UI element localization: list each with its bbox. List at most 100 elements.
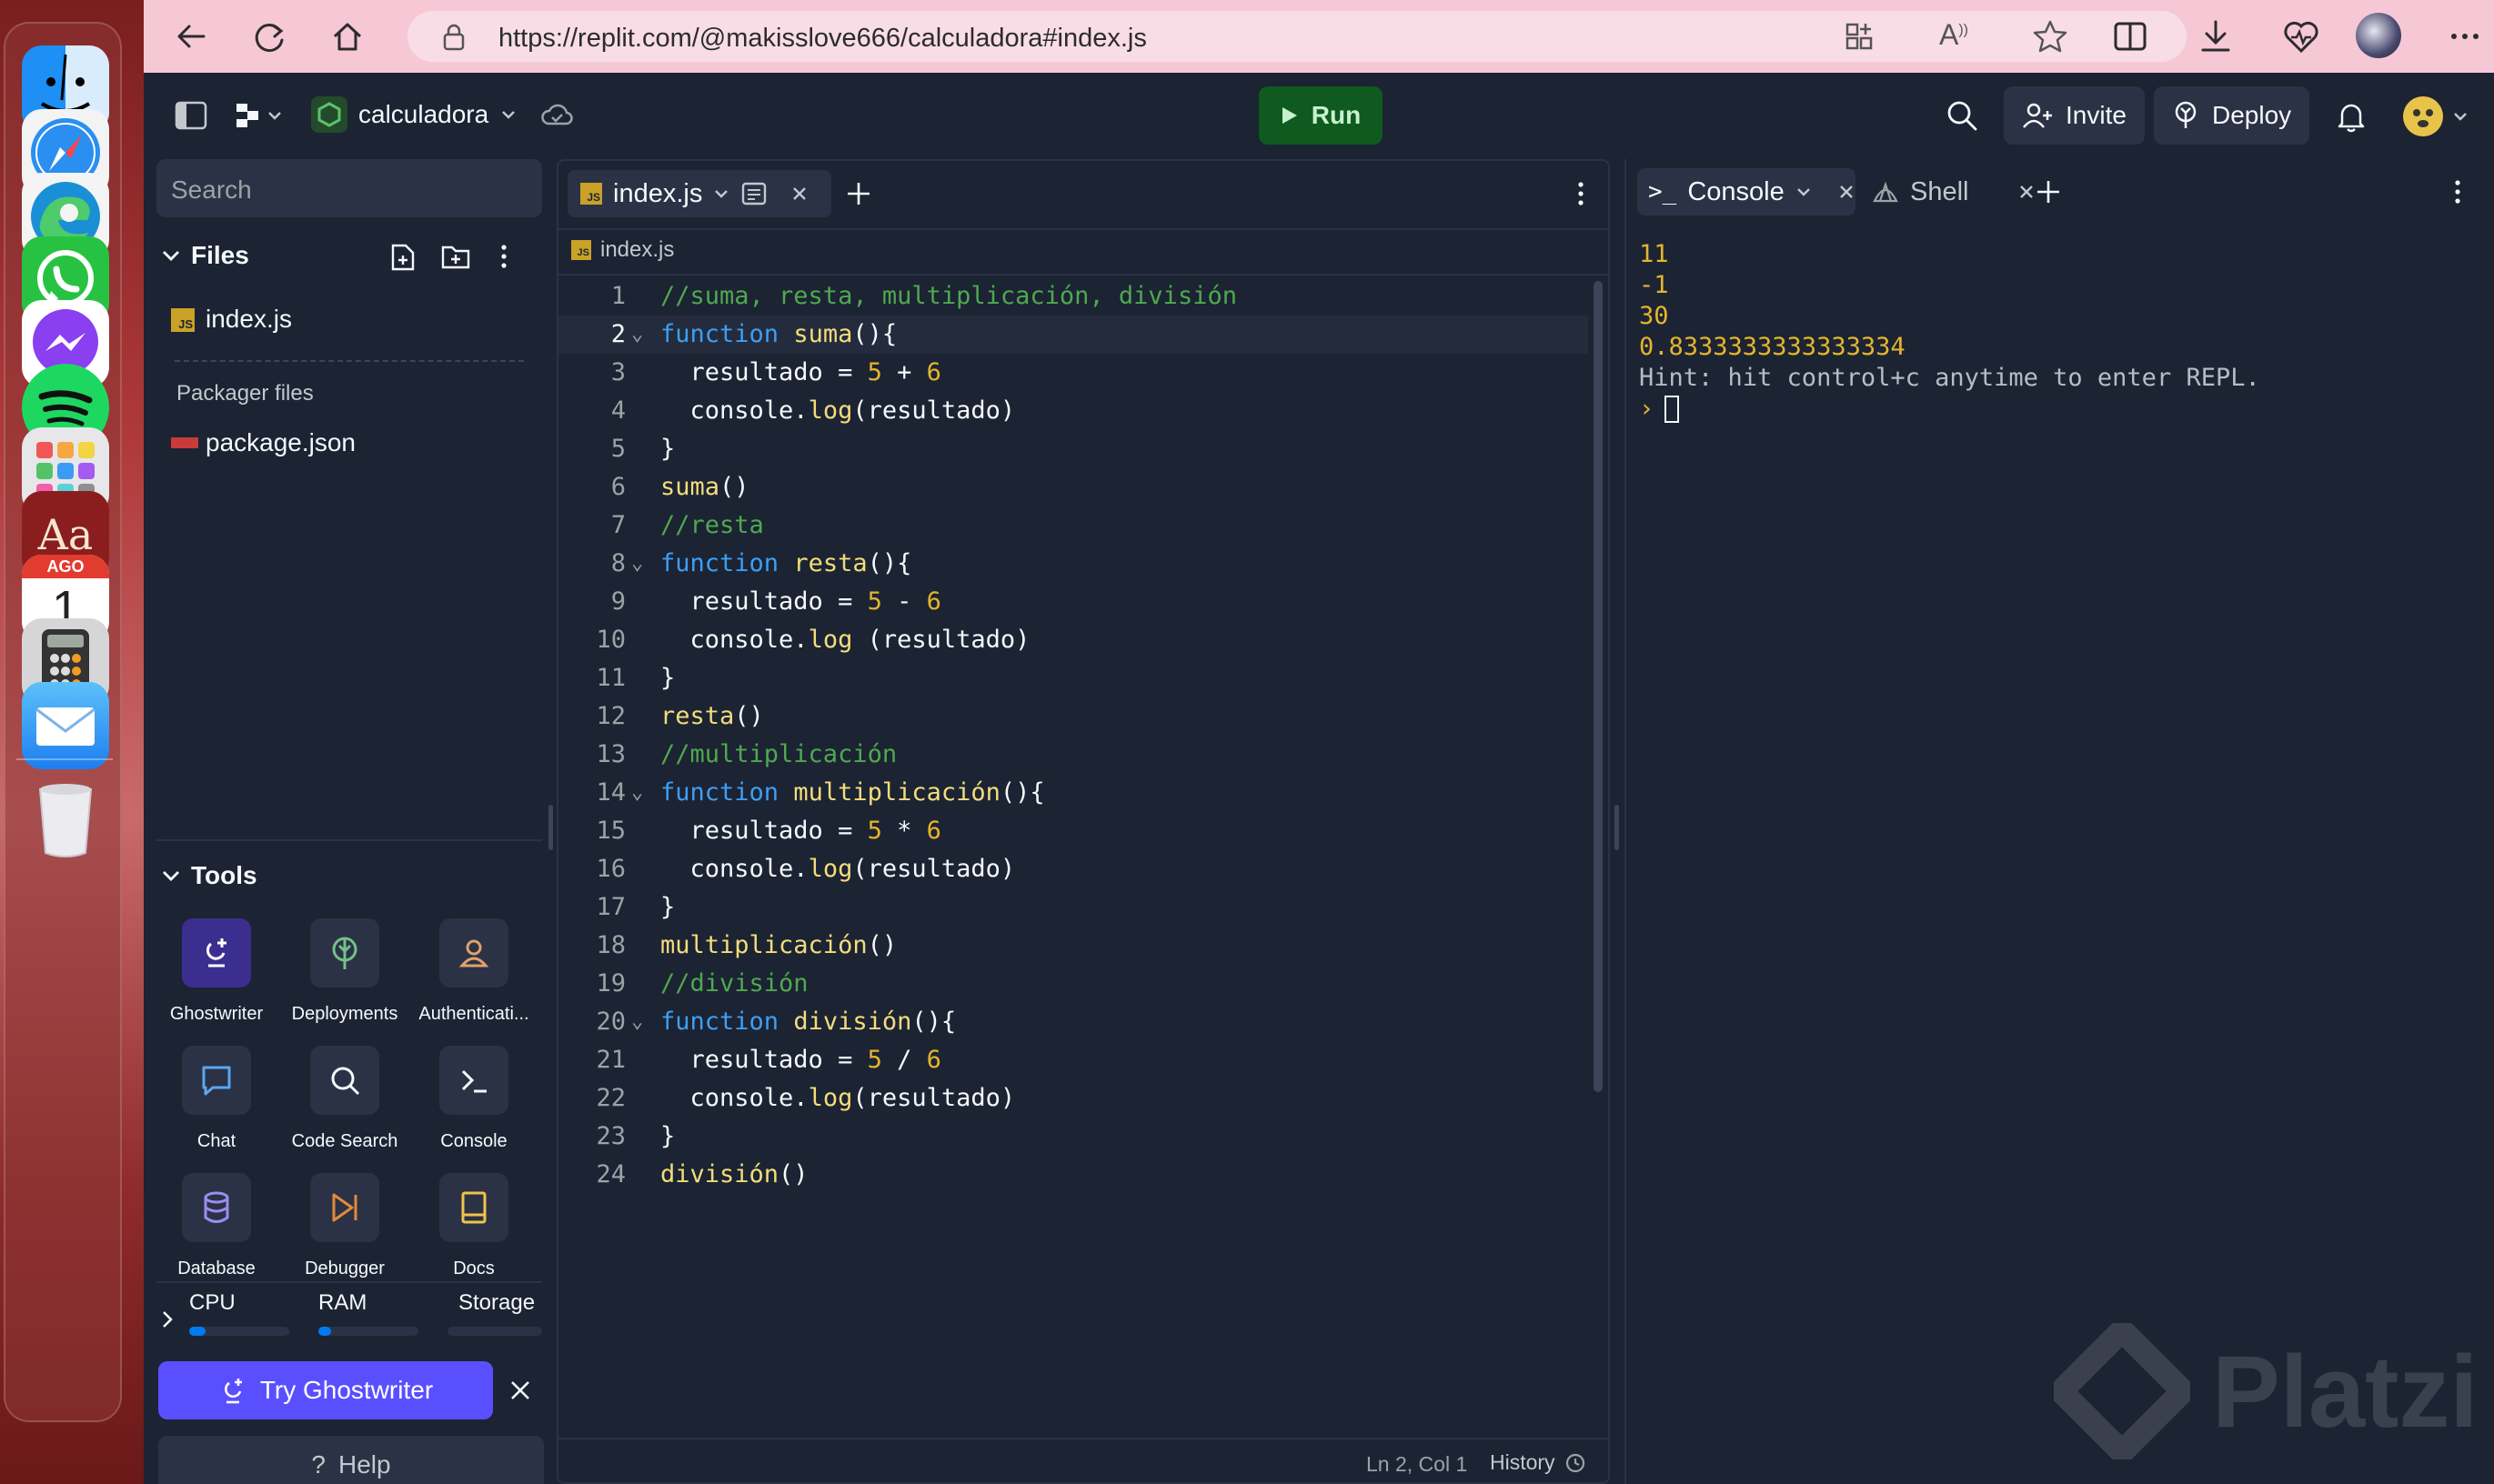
code-line[interactable]: 9 resultado = 5 - 6 <box>558 583 1586 621</box>
browser-toolbar: https://replit.com/@makisslove666/calcul… <box>144 0 2494 73</box>
sidebar-resize-handle[interactable] <box>548 805 553 850</box>
read-aloud-icon[interactable]: A)) <box>1939 18 1968 52</box>
repl-prompt-line[interactable]: › <box>1639 394 2260 425</box>
file-item-index-js[interactable]: JS index.js <box>156 294 538 343</box>
split-screen-icon[interactable] <box>2110 16 2150 56</box>
shell-tab[interactable]: Shell <box>1872 168 2036 216</box>
app-available-icon[interactable] <box>1843 20 1876 53</box>
code-line[interactable]: 1 //suma, resta, multiplicación, división <box>558 277 1586 316</box>
console-menu-icon[interactable] <box>2449 177 2467 206</box>
code-line[interactable]: 24 división() <box>558 1156 1586 1194</box>
console-tab[interactable]: >_ Console <box>1637 168 1855 216</box>
new-tab-icon[interactable] <box>844 179 873 208</box>
tool-chat[interactable]: Chat <box>148 1046 285 1152</box>
code-line[interactable]: 2 ⌄ function suma(){ <box>558 316 1586 354</box>
code-line[interactable]: 8 ⌄ function resta(){ <box>558 545 1586 583</box>
code-line[interactable]: 3 resultado = 5 + 6 <box>558 354 1586 392</box>
new-folder-icon[interactable] <box>440 243 471 270</box>
editor-scrollbar[interactable] <box>1594 281 1603 1092</box>
notifications-bell-icon[interactable] <box>2336 100 2367 133</box>
code-line[interactable]: 5} <box>558 430 1586 468</box>
trash-icon[interactable] <box>22 775 109 862</box>
project-name[interactable]: calculadora <box>358 100 488 129</box>
tool-debugger[interactable]: Debugger <box>277 1173 413 1279</box>
divider <box>156 1281 542 1283</box>
code-line[interactable]: 23} <box>558 1118 1586 1156</box>
fold-chevron-icon[interactable]: ⌄ <box>631 1003 643 1041</box>
url-text[interactable]: https://replit.com/@makisslove666/calcul… <box>498 24 1147 54</box>
code-line[interactable]: 10 console.log (resultado) <box>558 621 1586 659</box>
tool-docs[interactable]: Docs <box>406 1173 542 1279</box>
more-options-icon[interactable] <box>2445 16 2485 56</box>
code-line[interactable]: 11} <box>558 659 1586 697</box>
code-line[interactable]: 20 ⌄ function división(){ <box>558 1003 1586 1041</box>
profile-avatar[interactable] <box>2356 13 2401 58</box>
tool-database[interactable]: Database <box>148 1173 285 1279</box>
code-line[interactable]: 22 console.log(resultado) <box>558 1079 1586 1118</box>
project-selector[interactable]: calculadora <box>311 96 518 133</box>
code-line[interactable]: 16 console.log(resultado) <box>558 850 1586 888</box>
code-line[interactable]: 15 resultado = 5 * 6 <box>558 812 1586 850</box>
tool-ghostwriter[interactable]: Ghostwriter <box>148 918 285 1025</box>
favorite-star-icon[interactable] <box>2032 18 2068 55</box>
back-arrow-icon[interactable] <box>171 16 211 56</box>
search-icon[interactable] <box>1945 98 1979 133</box>
resources-panel[interactable]: CPU RAM Storage <box>156 1290 542 1345</box>
breadcrumb[interactable]: JS index.js <box>571 237 674 263</box>
file-outline-icon[interactable] <box>740 181 768 206</box>
code-line[interactable]: 6 suma() <box>558 468 1586 506</box>
browser-essentials-icon[interactable] <box>2281 16 2321 56</box>
code-line[interactable]: 17} <box>558 888 1586 927</box>
new-file-icon[interactable] <box>389 243 417 272</box>
reload-icon[interactable] <box>249 16 289 56</box>
code-line[interactable]: 12 resta() <box>558 697 1586 736</box>
tool-code-search[interactable]: Code Search <box>277 1046 413 1152</box>
user-avatar[interactable] <box>2401 95 2469 138</box>
tool-authentication[interactable]: Authenticati... <box>406 918 542 1025</box>
sidebar-toggle-icon[interactable] <box>175 100 207 131</box>
fold-chevron-icon[interactable]: ⌄ <box>631 316 643 354</box>
mail-icon[interactable] <box>22 682 109 769</box>
cursor-position[interactable]: Ln 2, Col 1 <box>1366 1452 1467 1477</box>
files-section-header[interactable]: Files <box>160 236 542 276</box>
deploy-button[interactable]: Deploy <box>2154 86 2310 145</box>
tool-console[interactable]: Console <box>406 1046 542 1152</box>
new-tab-icon[interactable] <box>2034 177 2063 206</box>
repl-hint: Hint: hit control+c anytime to enter REP… <box>1639 364 2260 392</box>
fold-chevron-icon[interactable]: ⌄ <box>631 545 643 583</box>
code-line[interactable]: 18 multiplicación() <box>558 927 1586 965</box>
files-menu-icon[interactable] <box>495 243 513 270</box>
editor-resize-handle[interactable] <box>1614 805 1619 850</box>
file-item-package-json[interactable]: package.json <box>156 417 538 466</box>
mac-dock: Aa AGO 1 <box>4 22 122 1422</box>
close-tab-icon[interactable] <box>1836 182 1855 202</box>
code-line[interactable]: 19 //división <box>558 965 1586 1003</box>
code-text: } <box>660 893 676 921</box>
close-tab-icon[interactable] <box>789 184 810 204</box>
replit-logo-icon[interactable] <box>235 102 286 129</box>
dismiss-ghostwriter-icon[interactable] <box>508 1378 533 1403</box>
line-number: 6 <box>610 473 626 501</box>
console-output[interactable]: 11 -1 30 0.8333333333333334 Hint: hit co… <box>1639 239 2260 425</box>
cloud-sync-icon[interactable] <box>540 100 573 131</box>
fold-chevron-icon[interactable]: ⌄ <box>631 774 643 812</box>
invite-button[interactable]: Invite <box>2004 86 2145 145</box>
editor-menu-icon[interactable] <box>1572 179 1590 208</box>
tools-section-header[interactable]: Tools <box>160 856 542 896</box>
try-ghostwriter-button[interactable]: Try Ghostwriter <box>158 1361 493 1419</box>
help-button[interactable]: ? Help <box>158 1436 544 1484</box>
editor-tab-index-js[interactable]: JS index.js <box>568 170 831 217</box>
address-bar[interactable]: https://replit.com/@makisslove666/calcul… <box>407 11 2187 62</box>
code-line[interactable]: 4 console.log(resultado) <box>558 392 1586 430</box>
code-line[interactable]: 7 //resta <box>558 506 1586 545</box>
code-area[interactable]: 1 //suma, resta, multiplicación, división… <box>558 277 1586 1194</box>
tool-deployments[interactable]: Deployments <box>277 918 413 1025</box>
run-button[interactable]: Run <box>1259 86 1383 145</box>
search-input[interactable]: Search <box>156 159 542 217</box>
history-button[interactable]: History <box>1490 1450 1586 1475</box>
home-icon[interactable] <box>327 16 367 56</box>
code-line[interactable]: 21 resultado = 5 / 6 <box>558 1041 1586 1079</box>
download-icon[interactable] <box>2196 16 2236 56</box>
code-line[interactable]: 13 //multiplicación <box>558 736 1586 774</box>
code-line[interactable]: 14 ⌄ function multiplicación(){ <box>558 774 1586 812</box>
